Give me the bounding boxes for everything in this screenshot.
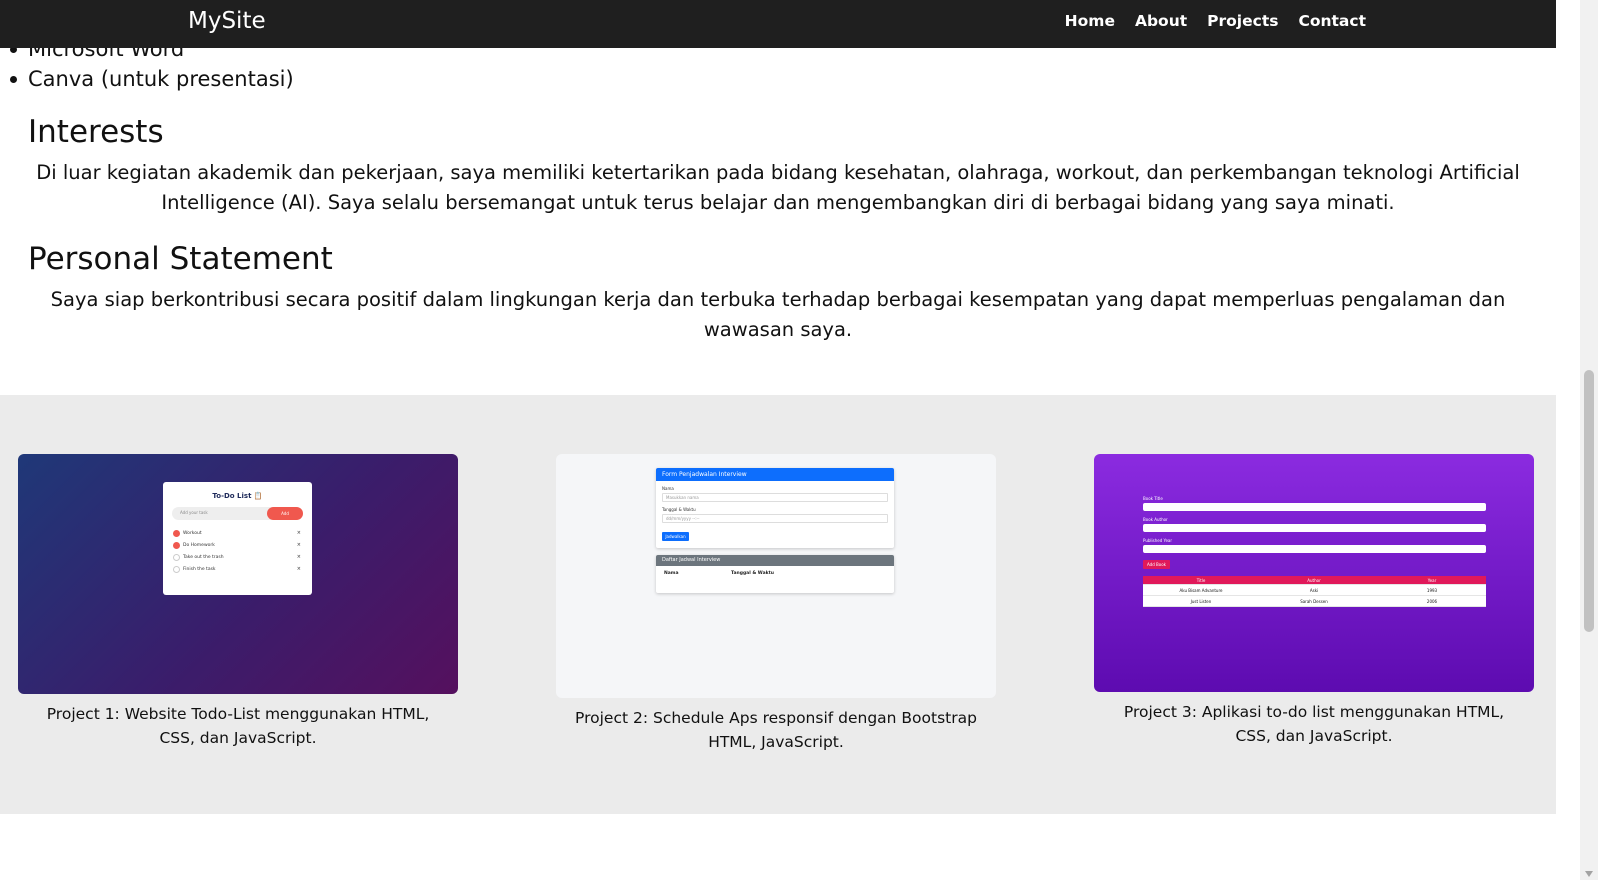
project-2-caption: Project 2: Schedule Aps responsif dengan…: [575, 709, 977, 751]
statement-text: Saya siap berkontribusi secara positif d…: [0, 285, 1556, 345]
todo-preview-item-text: Finish the task: [183, 567, 216, 572]
project-3-screenshot: Book Title Book Author Published Year Ad…: [1094, 454, 1534, 692]
schedule-preview-col-name: Nama: [664, 571, 679, 576]
unchecked-icon: [173, 566, 180, 573]
todo-preview-title: To-Do List 📋: [212, 492, 263, 500]
todo-preview-item-text: Do Homework: [183, 543, 215, 548]
scrollbar-thumb[interactable]: [1584, 370, 1594, 632]
projects-section: To-Do List 📋 Add your task Add Workout × …: [0, 395, 1556, 814]
nav-link-about[interactable]: About: [1135, 12, 1187, 30]
book-preview-author-input: [1143, 524, 1486, 532]
scroll-down-arrow-icon[interactable]: [1585, 871, 1593, 877]
todo-preview-item: Workout ×: [173, 529, 301, 541]
schedule-preview-col-date: Tanggal & Waktu: [731, 571, 774, 576]
book-preview-table-header: Title Author Year: [1143, 576, 1486, 585]
interests-text-line: Di luar kegiatan akademik dan pekerjaan,…: [36, 161, 1520, 184]
close-icon: ×: [296, 542, 301, 548]
interests-title: Interests: [28, 114, 164, 150]
book-preview-cell: Aski: [1309, 588, 1319, 593]
nav-links: Home About Projects Contact: [1065, 12, 1366, 30]
book-preview-add-button: Add Book: [1143, 560, 1170, 569]
book-preview-title-input: [1143, 503, 1486, 511]
book-preview-year-label: Published Year: [1143, 538, 1172, 543]
interests-text: Di luar kegiatan akademik dan pekerjaan,…: [0, 158, 1556, 218]
book-preview-cell: 1993: [1426, 588, 1438, 593]
close-icon: ×: [296, 566, 301, 572]
close-icon: ×: [296, 554, 301, 560]
nav-link-contact[interactable]: Contact: [1298, 12, 1366, 30]
project-card-1: To-Do List 📋 Add your task Add Workout × …: [18, 454, 458, 750]
unchecked-icon: [173, 554, 180, 561]
project-2-screenshot: Form Penjadwalan Interview Nama Masukkan…: [556, 454, 996, 698]
vertical-scrollbar[interactable]: [1580, 0, 1598, 880]
book-preview-header-cell: Title: [1196, 578, 1206, 583]
book-preview-table: Title Author Year Aku Bisam Advanture As…: [1143, 576, 1486, 607]
book-preview-cell: 2006: [1426, 599, 1438, 604]
navbar: MySite Home About Projects Contact: [0, 0, 1556, 48]
book-preview-cell: Just Listen: [1190, 599, 1212, 604]
todo-preview-item-text: Workout: [183, 531, 202, 536]
book-preview-cell: Sarah Dessen: [1300, 599, 1328, 604]
nav-link-home[interactable]: Home: [1065, 12, 1115, 30]
schedule-preview-form: Form Penjadwalan Interview Nama Masukkan…: [656, 468, 894, 548]
statement-title: Personal Statement: [28, 241, 333, 277]
book-preview-header-cell: Year: [1427, 578, 1437, 583]
schedule-preview-date-label: Tanggal & Waktu: [662, 507, 696, 512]
schedule-preview-list-title: Daftar Jadwal Interview: [656, 555, 894, 566]
project-1-caption: Project 1: Website Todo-List menggunakan…: [46, 705, 430, 747]
interests-text-line: Intelligence (AI). Saya selalu bersemang…: [161, 191, 1395, 214]
schedule-preview-date-input: dd/mm/yyyy --:--: [662, 514, 888, 523]
todo-preview-add-button: Add: [267, 507, 303, 520]
project-card-3: Book Title Book Author Published Year Ad…: [1094, 454, 1534, 748]
schedule-preview-submit: Jadwalkan: [662, 532, 689, 541]
todo-preview-placeholder: Add your task: [180, 510, 208, 515]
schedule-preview-name-label: Nama: [662, 486, 674, 491]
todo-preview-item: Do Homework ×: [173, 541, 301, 553]
project-1-screenshot: To-Do List 📋 Add your task Add Workout × …: [18, 454, 458, 694]
book-preview-author-label: Book Author: [1143, 517, 1168, 522]
todo-preview-item: Finish the task ×: [173, 565, 301, 577]
project-card-2: Form Penjadwalan Interview Nama Masukkan…: [556, 454, 996, 754]
schedule-preview-columns: Nama Tanggal & Waktu: [656, 566, 894, 580]
todo-preview-card: To-Do List 📋 Add your task Add Workout × …: [163, 482, 312, 595]
page: Microsoft Word Canva (untuk presentasi) …: [0, 0, 1580, 880]
schedule-preview-name-input: Masukkan nama: [662, 493, 888, 502]
book-preview-year-input: [1143, 545, 1486, 553]
checked-icon: [173, 542, 180, 549]
book-preview-title-label: Book Title: [1143, 496, 1163, 501]
nav-link-projects[interactable]: Projects: [1207, 12, 1278, 30]
schedule-preview-list: Daftar Jadwal Interview Nama Tanggal & W…: [656, 555, 894, 593]
close-icon: ×: [296, 530, 301, 536]
site-logo[interactable]: MySite: [188, 8, 266, 34]
book-preview-table-row: Aku Bisam Advanture Aski 1993: [1143, 585, 1486, 596]
todo-preview-list: Workout × Do Homework × Take out the trash…: [173, 529, 301, 577]
statement-text-line: wawasan saya.: [703, 318, 853, 341]
book-preview-header-cell: Author: [1307, 578, 1321, 583]
skill-item: Canva (untuk presentasi): [8, 64, 294, 94]
schedule-preview-form-title: Form Penjadwalan Interview: [656, 468, 894, 481]
todo-preview-item-text: Take out the trash: [183, 555, 224, 560]
book-preview-cell: Aku Bisam Advanture: [1179, 588, 1223, 593]
checked-icon: [173, 530, 180, 537]
project-3-caption: Project 3: Aplikasi to-do list menggunak…: [1123, 703, 1505, 745]
statement-text-line: Saya siap berkontribusi secara positif d…: [50, 288, 1506, 311]
todo-preview-input: Add your task Add: [172, 507, 303, 520]
todo-preview-item: Take out the trash ×: [173, 553, 301, 565]
book-preview-table-row: Just Listen Sarah Dessen 2006: [1143, 596, 1486, 607]
